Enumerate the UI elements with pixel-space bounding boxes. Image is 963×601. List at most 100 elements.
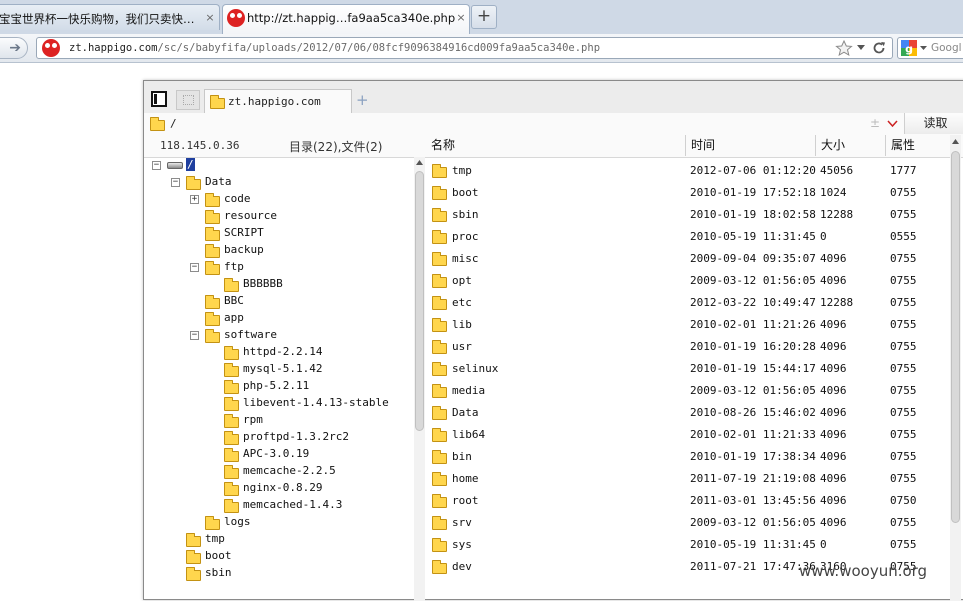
column-header-time[interactable]: 时间 xyxy=(686,135,816,156)
blank-tab-button[interactable] xyxy=(176,90,200,110)
file-size: 45056 xyxy=(820,164,854,177)
tree-scrollbar[interactable] xyxy=(414,157,425,601)
file-attr: 0755 xyxy=(890,538,917,551)
tree-node[interactable]: BBC xyxy=(144,293,414,310)
tree-node[interactable]: app xyxy=(144,310,414,327)
file-row[interactable]: lib64 2010-02-01 11:21:33 4096 0755 xyxy=(426,423,950,445)
file-row[interactable]: media 2009-03-12 01:56:05 4096 0755 xyxy=(426,379,950,401)
bookmark-star-icon[interactable] xyxy=(835,40,853,56)
file-size: 4096 xyxy=(820,362,847,375)
file-row[interactable]: boot 2010-01-19 17:52:18 1024 0755 xyxy=(426,181,950,203)
read-button[interactable]: 读取 xyxy=(904,113,963,134)
collapse-icon[interactable]: − xyxy=(190,331,199,340)
tree-node[interactable]: backup xyxy=(144,242,414,259)
file-row[interactable]: root 2011-03-01 13:45:56 4096 0750 xyxy=(426,489,950,511)
file-time: 2010-02-01 11:21:33 xyxy=(690,428,816,441)
host-tab[interactable]: zt.happigo.com xyxy=(204,89,352,113)
tree-node[interactable]: boot xyxy=(144,548,414,565)
forward-button[interactable]: ➔ xyxy=(0,37,28,59)
tree-node[interactable]: + code xyxy=(144,191,414,208)
column-header-name[interactable]: 名称 xyxy=(426,135,686,156)
file-time: 2010-02-01 11:21:26 xyxy=(690,318,816,331)
tree-node[interactable]: sbin xyxy=(144,565,414,582)
file-row[interactable]: home 2011-07-19 21:19:08 4096 0755 xyxy=(426,467,950,489)
tree-node[interactable]: BBBBBB xyxy=(144,276,414,293)
browser-tab-shop[interactable]: 宝宝世界杯一快乐购物，我们只卖快… × xyxy=(0,4,220,30)
folder-icon xyxy=(432,428,447,442)
browser-tab-shell[interactable]: http://zt.happig…fa9aa5ca340e.php × xyxy=(222,4,470,35)
file-row[interactable]: etc 2012-03-22 10:49:47 12288 0755 xyxy=(426,291,950,313)
tree-node[interactable]: − ftp xyxy=(144,259,414,276)
tree-node[interactable]: logs xyxy=(144,514,414,531)
tree-node[interactable]: − / xyxy=(144,157,414,174)
tree-node[interactable]: httpd-2.2.14 xyxy=(144,344,414,361)
folder-icon xyxy=(186,176,201,190)
tree-node[interactable]: mysql-5.1.42 xyxy=(144,361,414,378)
tree-node[interactable]: − software xyxy=(144,327,414,344)
url-bar[interactable]: zt.happigo.com/sc/s/babyfifa/uploads/201… xyxy=(36,37,893,59)
file-time: 2010-01-19 18:02:58 xyxy=(690,208,816,221)
file-row[interactable]: srv 2009-03-12 01:56:05 4096 0755 xyxy=(426,511,950,533)
scroll-up-icon[interactable] xyxy=(952,139,959,144)
file-row[interactable]: misc 2009-09-04 09:35:07 4096 0755 xyxy=(426,247,950,269)
tree-node[interactable]: SCRIPT xyxy=(144,225,414,242)
file-row[interactable]: proc 2010-05-19 11:31:45 0 0555 xyxy=(426,225,950,247)
column-headers: 名称 时间 大小 属性 xyxy=(426,135,963,157)
tree-node[interactable]: memcache-2.2.5 xyxy=(144,463,414,480)
watermark: www.wooyun.org xyxy=(799,562,928,580)
tree-node[interactable]: proftpd-1.3.2rc2 xyxy=(144,429,414,446)
file-row[interactable]: sys 2010-05-19 11:31:45 0 0755 xyxy=(426,533,950,555)
close-icon[interactable]: × xyxy=(455,12,467,24)
file-size: 4096 xyxy=(820,472,847,485)
tree-node-label: SCRIPT xyxy=(224,226,264,239)
tree-node[interactable]: rpm xyxy=(144,412,414,429)
close-icon[interactable]: × xyxy=(204,12,216,24)
dropdown-arrow-icon[interactable] xyxy=(920,46,927,51)
scrollbar-thumb[interactable] xyxy=(951,151,960,523)
tree-node[interactable]: libevent-1.4.13-stable xyxy=(144,395,414,412)
file-row[interactable]: bin 2010-01-19 17:38:34 4096 0755 xyxy=(426,445,950,467)
expand-icon[interactable]: ± xyxy=(870,116,880,130)
folder-icon xyxy=(432,516,447,530)
path-input[interactable]: / xyxy=(170,117,177,130)
expand-icon[interactable]: + xyxy=(190,195,199,204)
column-header-attr[interactable]: 属性 xyxy=(886,135,950,156)
file-row[interactable]: tmp 2012-07-06 01:12:20 45056 1777 xyxy=(426,159,950,181)
list-scrollbar[interactable] xyxy=(950,135,961,601)
scrollbar-thumb[interactable] xyxy=(415,171,424,431)
reload-icon[interactable] xyxy=(871,40,887,56)
column-header-size[interactable]: 大小 xyxy=(816,135,886,156)
tree-node[interactable]: php-5.2.11 xyxy=(144,378,414,395)
url-path: /sc/s/babyfifa/uploads/2012/07/06/08fcf9… xyxy=(157,42,601,54)
file-row[interactable]: lib 2010-02-01 11:21:26 4096 0755 xyxy=(426,313,950,335)
search-placeholder: Googl xyxy=(931,42,962,54)
file-name: tmp xyxy=(452,164,472,177)
file-row[interactable]: selinux 2010-01-19 15:44:17 4096 0755 xyxy=(426,357,950,379)
tree-node[interactable]: APC-3.0.19 xyxy=(144,446,414,463)
collapse-icon[interactable]: − xyxy=(152,161,161,170)
scroll-up-icon[interactable] xyxy=(416,160,423,165)
dropdown-arrow-icon[interactable] xyxy=(857,45,865,51)
file-time: 2011-03-01 13:45:56 xyxy=(690,494,816,507)
chevron-down-icon[interactable] xyxy=(887,120,898,128)
add-tab-button[interactable]: + xyxy=(356,91,369,109)
collapse-icon[interactable]: − xyxy=(171,178,180,187)
file-time: 2010-01-19 16:20:28 xyxy=(690,340,816,353)
file-name: Data xyxy=(452,406,479,419)
file-time: 2009-09-04 09:35:07 xyxy=(690,252,816,265)
file-row[interactable]: opt 2009-03-12 01:56:05 4096 0755 xyxy=(426,269,950,291)
folder-icon xyxy=(432,318,447,332)
file-row[interactable]: Data 2010-08-26 15:46:02 4096 0755 xyxy=(426,401,950,423)
file-row[interactable]: usr 2010-01-19 16:20:28 4096 0755 xyxy=(426,335,950,357)
file-attr: 0755 xyxy=(890,472,917,485)
tree-node[interactable]: − Data xyxy=(144,174,414,191)
collapse-icon[interactable]: − xyxy=(190,263,199,272)
tree-node[interactable]: tmp xyxy=(144,531,414,548)
tree-node[interactable]: memcached-1.4.3 xyxy=(144,497,414,514)
tree-node[interactable]: resource xyxy=(144,208,414,225)
new-tab-button[interactable]: + xyxy=(471,5,497,29)
tree-node[interactable]: nginx-0.8.29 xyxy=(144,480,414,497)
file-row[interactable]: sbin 2010-01-19 18:02:58 12288 0755 xyxy=(426,203,950,225)
search-bar[interactable]: g Googl xyxy=(897,37,963,59)
toggle-sidebar-button[interactable] xyxy=(151,91,167,107)
